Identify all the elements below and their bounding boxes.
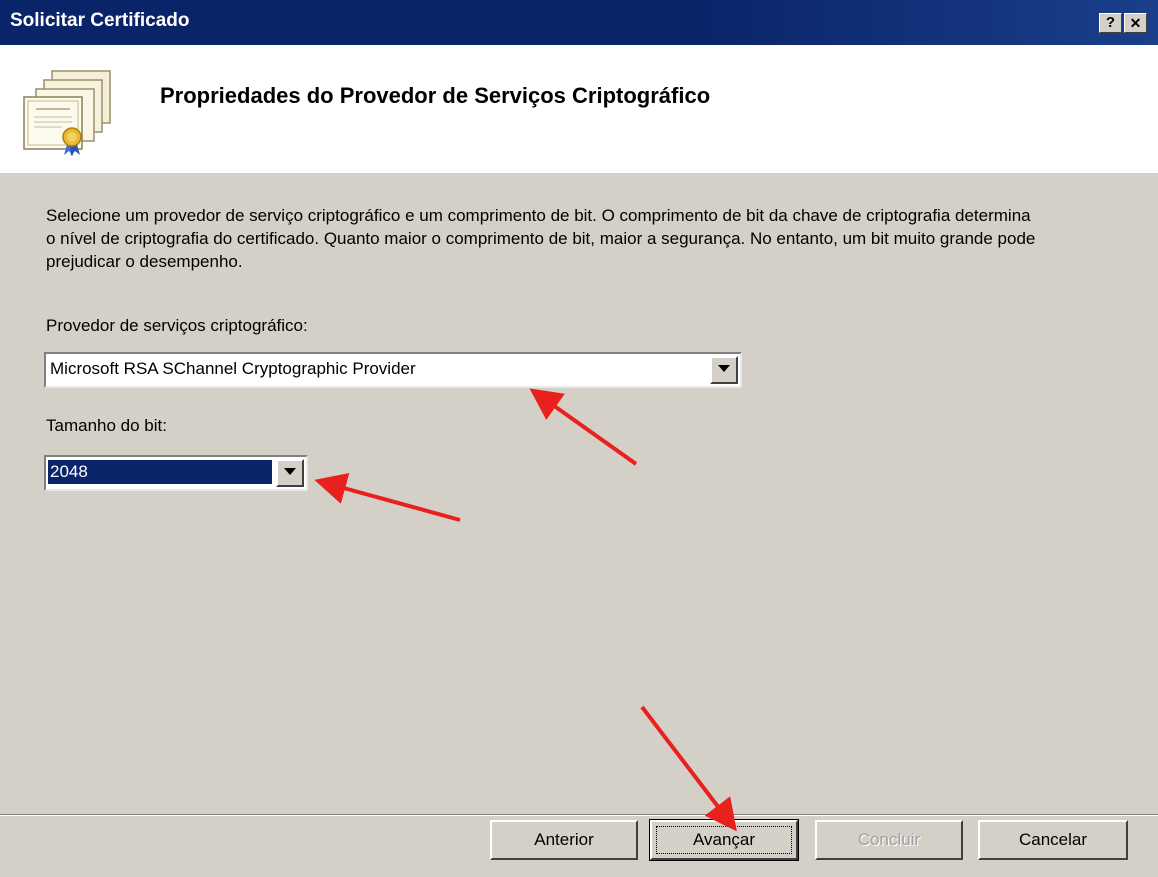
cancel-button[interactable]: Cancelar [978, 820, 1128, 860]
instructions-text: Selecione um provedor de serviço criptog… [46, 206, 1036, 271]
bitsize-dropdown[interactable]: 2048 [44, 455, 308, 491]
help-button[interactable]: ? [1099, 13, 1122, 33]
title-bar[interactable]: Solicitar Certificado ? ✕ [0, 0, 1158, 45]
wizard-header: Propriedades do Provedor de Serviços Cri… [0, 45, 1158, 173]
certificate-icon [23, 70, 111, 156]
page-title: Propriedades do Provedor de Serviços Cri… [160, 83, 711, 108]
window-title: Solicitar Certificado [10, 10, 190, 31]
close-button[interactable]: ✕ [1124, 13, 1147, 33]
provider-label: Provedor de serviços criptográfico: [46, 316, 308, 335]
bitsize-label: Tamanho do bit: [46, 416, 167, 435]
finish-button[interactable]: Concluir [815, 820, 963, 860]
footer-divider-highlight [0, 815, 1158, 816]
chevron-down-icon [718, 365, 730, 372]
chevron-down-icon [284, 468, 296, 475]
header-divider [0, 172, 1158, 173]
provider-dropdown[interactable]: Microsoft RSA SChannel Cryptographic Pro… [44, 352, 742, 388]
arrow-to-next-button [640, 705, 737, 832]
bitsize-selected-value: 2048 [48, 460, 272, 484]
arrow-to-bitsize [314, 472, 461, 522]
back-button[interactable]: Anterior [490, 820, 638, 860]
bitsize-dropdown-button[interactable] [276, 459, 304, 487]
arrow-to-provider [529, 388, 638, 466]
request-certificate-dialog: Solicitar Certificado ? ✕ Propriedades d… [0, 0, 1158, 877]
provider-selected-value: Microsoft RSA SChannel Cryptographic Pro… [50, 359, 416, 378]
focus-rectangle [656, 826, 792, 854]
next-button[interactable]: Avançar [649, 819, 799, 861]
provider-dropdown-button[interactable] [710, 356, 738, 384]
